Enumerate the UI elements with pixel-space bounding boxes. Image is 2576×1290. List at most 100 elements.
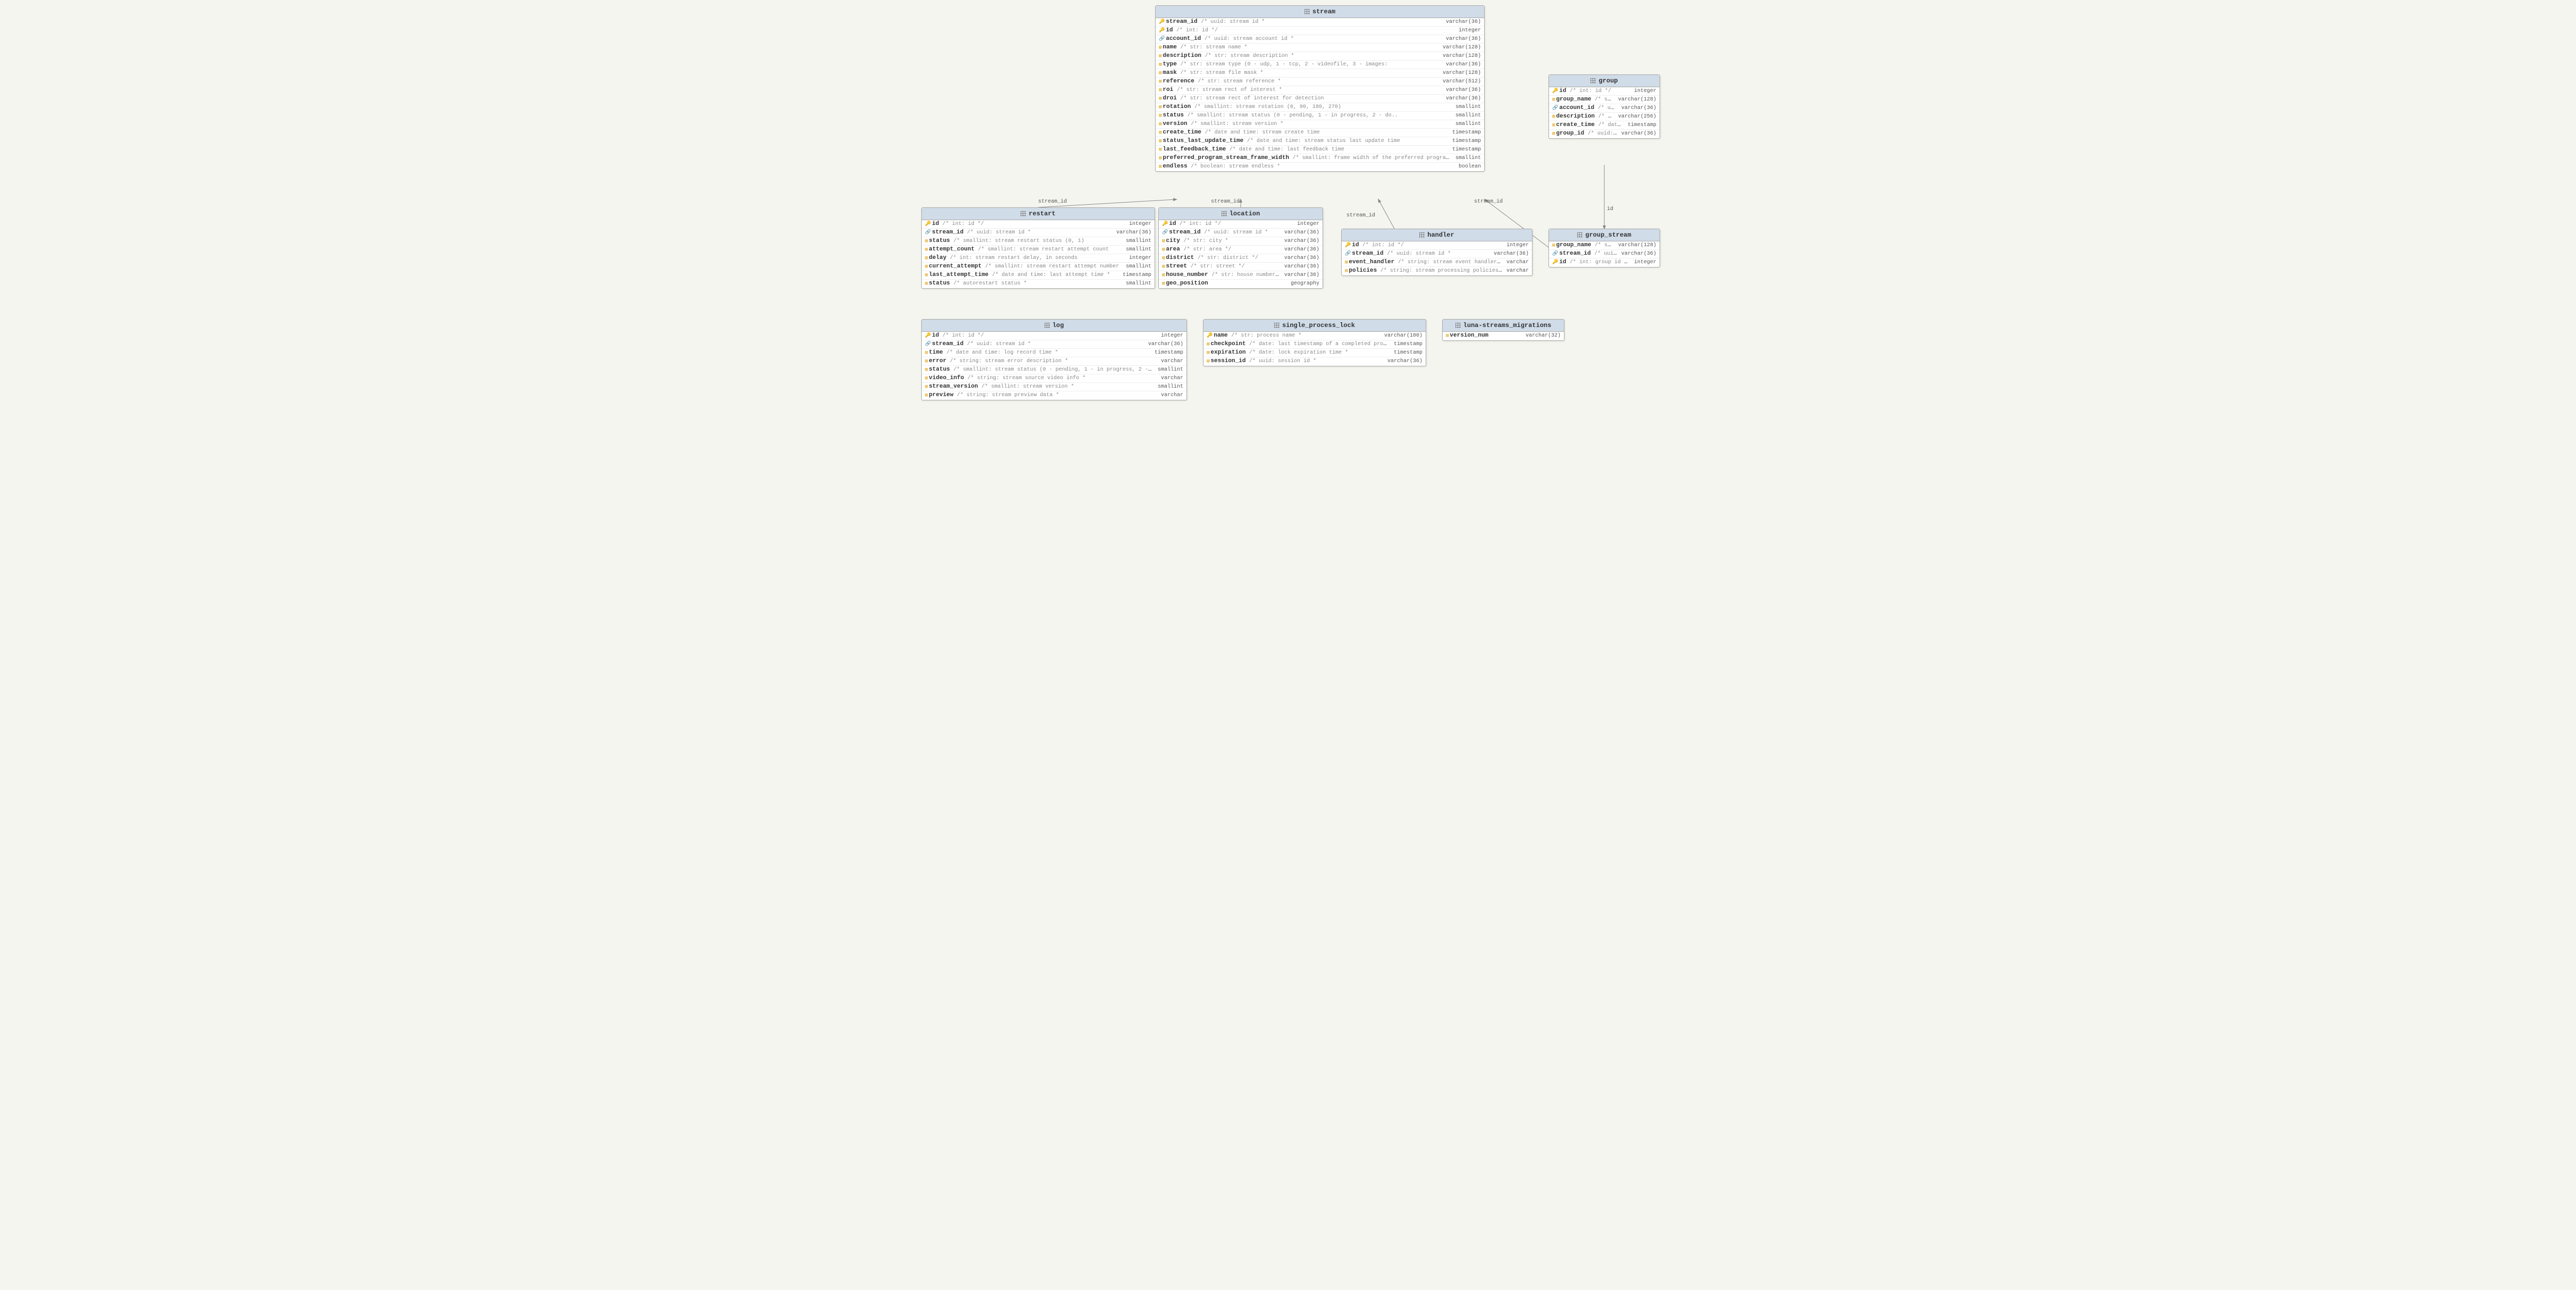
table-restart: restart 🔑id /* int: id */ integer 🔗strea… (921, 207, 1155, 289)
table-row: ▦status /* smallint: stream restart stat… (922, 237, 1155, 246)
connector-label-group-group-stream: id (1607, 206, 1613, 212)
table-icon (1021, 211, 1026, 216)
table-row: ▦area /* str: area */ varchar(36) (1159, 246, 1323, 254)
table-handler: handler 🔑id /* int: id */ integer 🔗strea… (1341, 229, 1533, 276)
table-handler-title: handler (1427, 231, 1454, 239)
table-row: ▦delay /* int: stream restart delay, in … (922, 254, 1155, 263)
table-group-stream-title: group_stream (1585, 231, 1631, 239)
table-location-header: location (1159, 208, 1323, 220)
connector-label-group-stream-stream: stream_id (1474, 199, 1503, 205)
table-restart-header: restart (922, 208, 1155, 220)
table-icon (1274, 323, 1279, 328)
table-handler-header: handler (1342, 229, 1532, 241)
table-row: ▦status /* autorestart status * smallint (922, 280, 1155, 288)
table-log-header: log (922, 320, 1186, 332)
table-row: ▦version /* smallint: stream version * s… (1156, 120, 1484, 129)
table-row: 🔗stream_id /* uuid: stream id * varchar(… (922, 340, 1186, 349)
table-row: 🔑name /* str: process name * varchar(100… (1203, 332, 1426, 340)
table-single-process-lock: single_process_lock 🔑name /* str: proces… (1203, 319, 1426, 366)
table-row: 🔑id /* int: id */ integer (922, 332, 1186, 340)
table-row: ▦error /* string: stream error descripti… (922, 357, 1186, 366)
table-row: ▦last_feedback_time /* date and time: la… (1156, 146, 1484, 154)
connector-label-location-stream: stream_id (1211, 199, 1240, 205)
table-row: ▦stream_version /* smallint: stream vers… (922, 383, 1186, 391)
table-group-title: group (1598, 77, 1618, 85)
table-row: ▦reference /* str: stream reference * va… (1156, 78, 1484, 86)
table-row: ▦mask /* str: stream file mask * varchar… (1156, 69, 1484, 78)
table-row: 🔑stream_id /* uuid: stream id * varchar(… (1156, 18, 1484, 27)
table-row: ▦street /* str: street */ varchar(36) (1159, 263, 1323, 271)
table-restart-title: restart (1029, 210, 1055, 217)
table-luna-streams-migrations-title: luna-streams_migrations (1463, 322, 1552, 329)
table-icon (1045, 323, 1050, 328)
table-stream-title: stream (1312, 8, 1335, 15)
table-row: ▦group_name /* str: group name * varchar… (1549, 96, 1660, 104)
table-row: 🔑id /* int: id */ integer (1342, 241, 1532, 250)
table-single-process-lock-header: single_process_lock (1203, 320, 1426, 332)
table-row: 🔑id /* int: id */ integer (922, 220, 1155, 229)
table-row: ▦city /* str: city * varchar(36) (1159, 237, 1323, 246)
table-stream-header: stream (1156, 6, 1484, 18)
table-row: ▦droi /* str: stream rect of interest fo… (1156, 95, 1484, 103)
table-row: 🔗account_id /* uuid: group account id * … (1549, 104, 1660, 113)
table-group-stream-header: group_stream (1549, 229, 1660, 241)
table-row: ▦description /* str: stream description … (1156, 52, 1484, 61)
table-row: ▦current_attempt /* smallint: stream res… (922, 263, 1155, 271)
table-row: 🔑id /* int: id */ integer (1549, 87, 1660, 96)
table-row: ▦expiration /* date: lock expiration tim… (1203, 349, 1426, 357)
table-row: ▦policies /* string: stream processing p… (1342, 267, 1532, 275)
table-log-title: log (1053, 322, 1064, 329)
table-row: ▦preferred_program_stream_frame_width /*… (1156, 154, 1484, 163)
table-row: ▦group_name /* str: group name * varchar… (1549, 241, 1660, 250)
table-row: 🔗stream_id /* uuid: stream id * varchar(… (1342, 250, 1532, 258)
table-log: log 🔑id /* int: id */ integer 🔗stream_id… (921, 319, 1187, 400)
table-row: ▦name /* str: stream name * varchar(128) (1156, 44, 1484, 52)
table-icon (1455, 323, 1461, 328)
table-icon (1577, 232, 1582, 238)
table-icon (1222, 211, 1227, 216)
table-location-title: location (1230, 210, 1260, 217)
table-single-process-lock-title: single_process_lock (1282, 322, 1355, 329)
table-row: ▦time /* date and time: log record time … (922, 349, 1186, 357)
table-row: ▦create_time /* date and time: group cre… (1549, 121, 1660, 130)
table-row: ▦preview /* string: stream preview data … (922, 391, 1186, 400)
table-row: 🔑id /* int: id */ integer (1156, 27, 1484, 35)
table-luna-streams-migrations-header: luna-streams_migrations (1443, 320, 1564, 332)
table-row: ▦video_info /* string: stream source vid… (922, 374, 1186, 383)
table-row: ▦status /* smallint: stream status (0 - … (922, 366, 1186, 374)
table-icon (1590, 78, 1596, 83)
table-row: 🔗stream_id /* uuid: stream id * varchar(… (1159, 229, 1323, 237)
table-row: ▦attempt_count /* smallint: stream resta… (922, 246, 1155, 254)
table-row: ▦endless /* boolean: stream endless * bo… (1156, 163, 1484, 171)
table-row: 🔗account_id /* uuid: stream account id *… (1156, 35, 1484, 44)
table-row: ▦status_last_update_time /* date and tim… (1156, 137, 1484, 146)
table-location: location 🔑id /* int: id */ integer 🔗stre… (1158, 207, 1323, 289)
table-row: ▦geo_position geography (1159, 280, 1323, 288)
table-icon (1419, 232, 1425, 238)
table-row: ▦rotation /* smallint: stream rotation (… (1156, 103, 1484, 112)
diagram-container: stream 🔑stream_id /* uuid: stream id * v… (916, 0, 1660, 415)
table-row: ▦roi /* str: stream rect of interest * v… (1156, 86, 1484, 95)
connector-label-restart-stream: stream_id (1038, 199, 1067, 205)
table-row: ▦status /* smallint: stream status (0 - … (1156, 112, 1484, 120)
table-group-header: group (1549, 75, 1660, 87)
table-icon (1304, 9, 1310, 14)
table-row: ▦checkpoint /* date: last timestamp of a… (1203, 340, 1426, 349)
table-group: group 🔑id /* int: id */ integer ▦group_n… (1548, 74, 1660, 139)
table-row: ▦house_number /* str: house number * var… (1159, 271, 1323, 280)
table-row: ▦create_time /* date and time: stream cr… (1156, 129, 1484, 137)
table-row: ▦event_handler /* string: stream event h… (1342, 258, 1532, 267)
table-row: ▦district /* str: district */ varchar(36… (1159, 254, 1323, 263)
table-luna-streams-migrations: luna-streams_migrations ▦version_num var… (1442, 319, 1564, 341)
table-stream: stream 🔑stream_id /* uuid: stream id * v… (1155, 5, 1485, 172)
connector-label-handler-stream: stream_id (1346, 213, 1375, 219)
table-row: ▦last_attempt_time /* date and time: las… (922, 271, 1155, 280)
table-row: 🔗stream_id /* uuid: stream id * varchar(… (922, 229, 1155, 237)
table-group-stream: group_stream ▦group_name /* str: group n… (1548, 229, 1660, 267)
table-row: ▦type /* str: stream type (0 - udp, 1 - … (1156, 61, 1484, 69)
table-row: ▦version_num varchar(32) (1443, 332, 1564, 340)
table-row: 🔗stream_id /* uuid: stream id * varchar(… (1549, 250, 1660, 258)
table-row: ▦description /* str: group description *… (1549, 113, 1660, 121)
table-row: 🔑id /* int: group id */ integer (1549, 258, 1660, 267)
table-row: 🔑id /* int: id */ integer (1159, 220, 1323, 229)
